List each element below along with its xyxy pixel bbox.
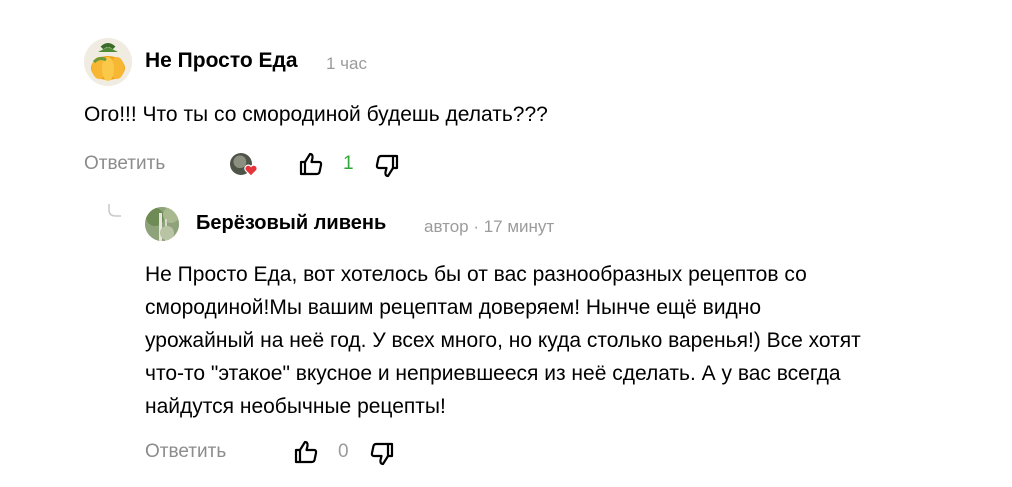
comment-text: Ого!!! Что ты со смородиной будешь делат… bbox=[84, 103, 548, 126]
comment-author[interactable]: Берёзовый ливень bbox=[196, 212, 386, 235]
comment-text-line: смородиной!Мы вашим рецептам доверяем! Н… bbox=[145, 296, 762, 319]
thumbs-down-icon[interactable] bbox=[369, 441, 395, 467]
reactor-avatar[interactable] bbox=[230, 153, 258, 177]
comment-meta: автор · 17 минут bbox=[424, 217, 555, 236]
avatar[interactable] bbox=[84, 38, 132, 86]
thumbs-up-icon[interactable] bbox=[293, 439, 319, 465]
comment-text: Не Просто Еда, вот хотелось бы от вас ра… bbox=[145, 258, 945, 423]
birch-avatar-image bbox=[145, 207, 179, 241]
comment-text-line: найдутся необычные рецепты! bbox=[145, 395, 446, 418]
comment-text-line: урожайный на неё год. У всех много, но к… bbox=[145, 329, 861, 352]
reply-button[interactable]: Ответить bbox=[84, 153, 165, 175]
thumbs-down-icon[interactable] bbox=[374, 153, 400, 179]
more-menu-dots-icon[interactable] bbox=[836, 0, 856, 2]
avatar[interactable] bbox=[145, 207, 179, 241]
comment-actions: Ответить 0 bbox=[145, 436, 425, 468]
heart-icon bbox=[244, 164, 258, 177]
comment-text-line: Не Просто Еда, вот хотелось бы от вас ра… bbox=[145, 263, 807, 286]
comment-text-line: что-то "этакое" вкусное и неприевшееся и… bbox=[145, 362, 841, 385]
comment-timestamp: 1 час bbox=[326, 54, 367, 73]
reply-button[interactable]: Ответить bbox=[145, 441, 226, 463]
pumpkin-avatar-image bbox=[84, 38, 132, 86]
reply-thread-line-icon bbox=[108, 204, 121, 217]
comment-actions: Ответить 1 bbox=[84, 148, 424, 180]
thumbs-up-icon[interactable] bbox=[298, 151, 324, 177]
like-count: 1 bbox=[343, 153, 354, 174]
comment-author[interactable]: Не Просто Еда bbox=[145, 49, 298, 73]
like-count: 0 bbox=[338, 441, 349, 462]
